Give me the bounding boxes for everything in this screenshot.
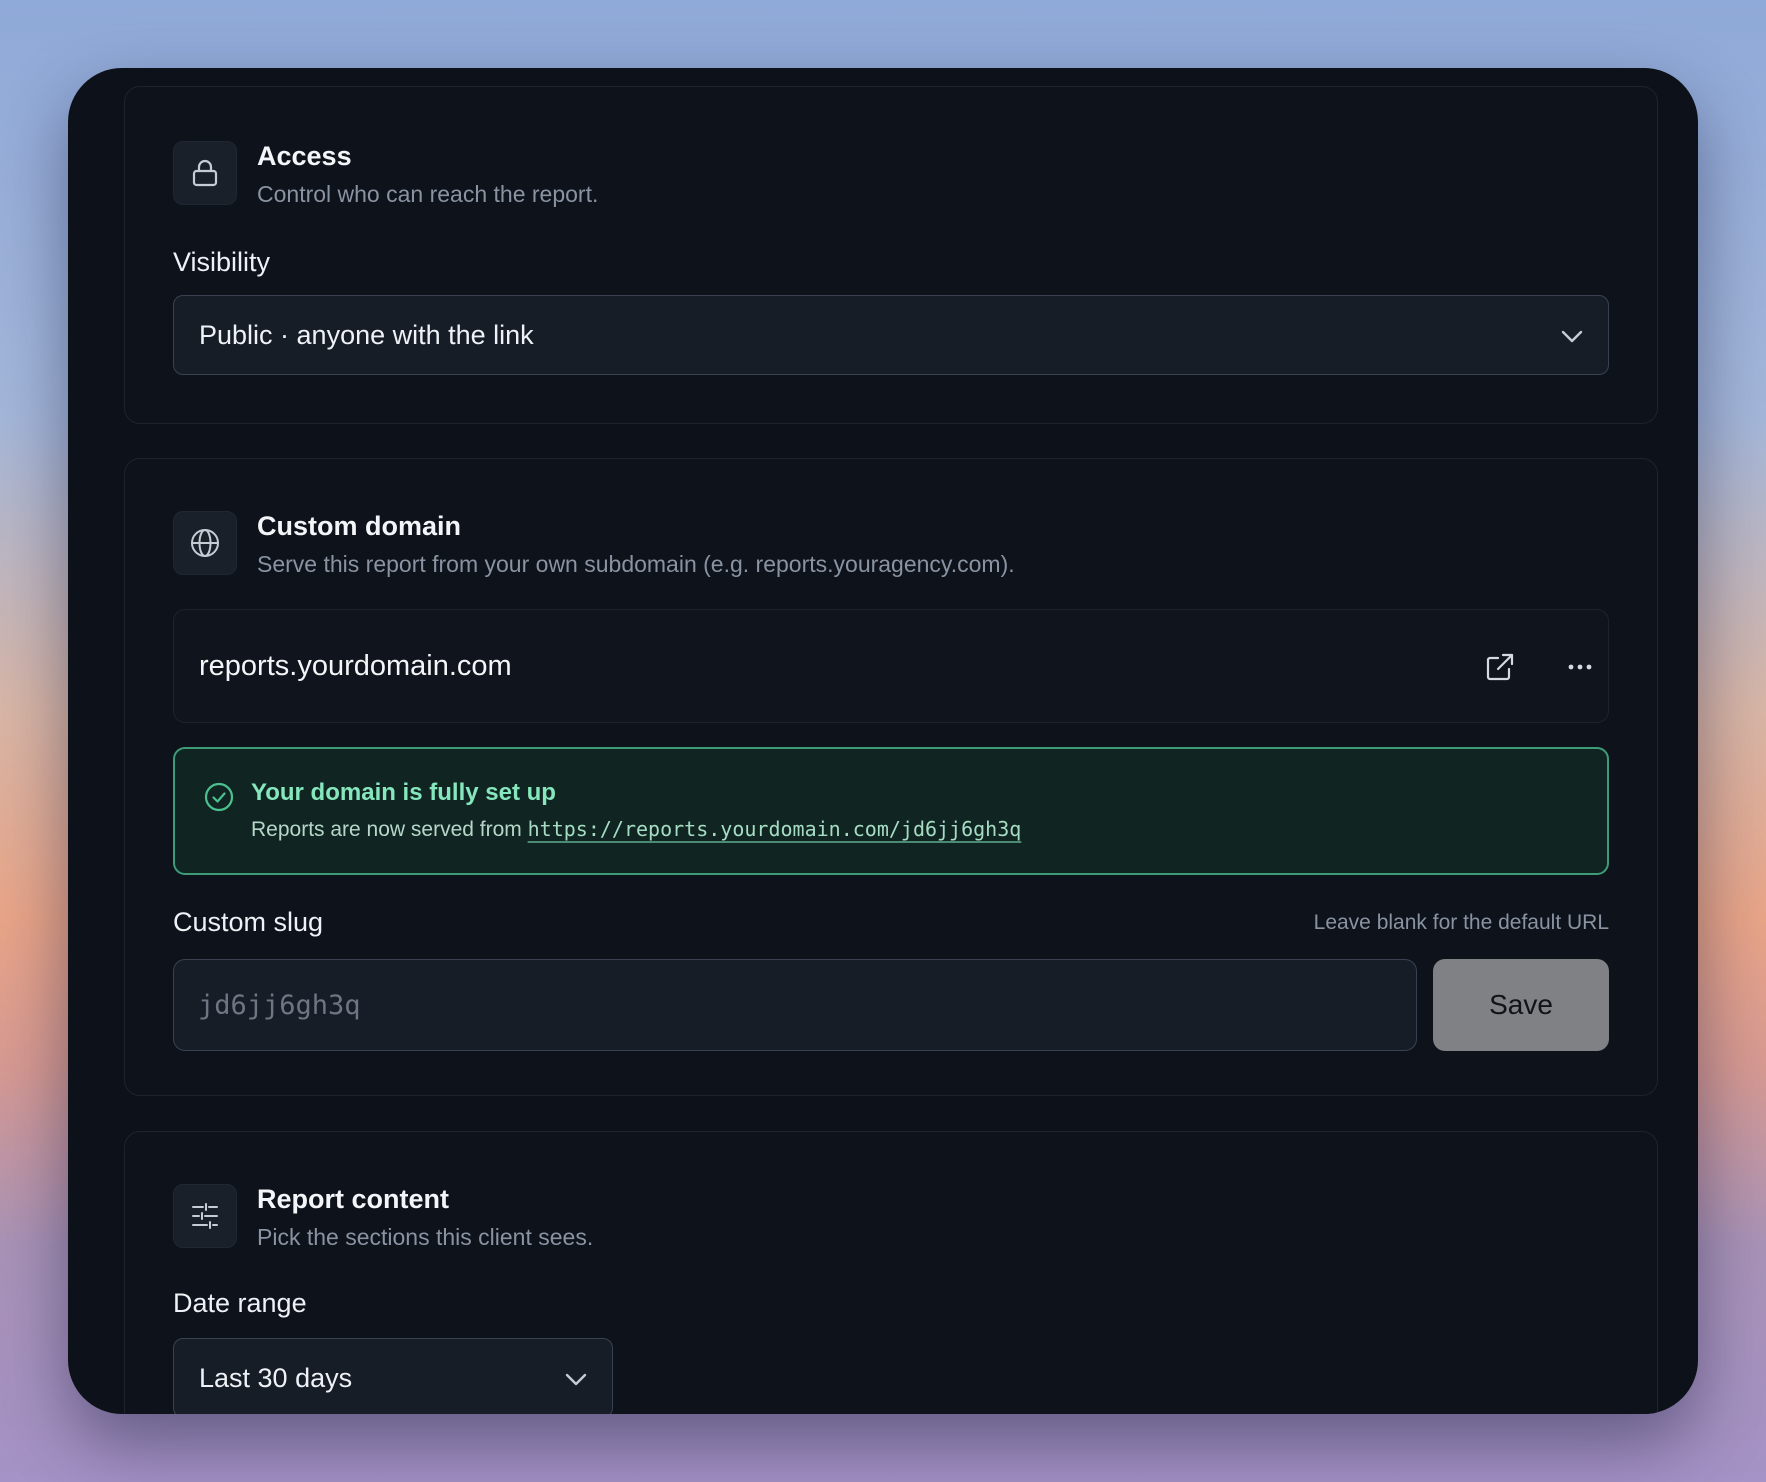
sliders-icon [173, 1184, 237, 1248]
domain-success-banner: Your domain is fully set up Reports are … [173, 747, 1609, 875]
success-title: Your domain is fully set up [251, 779, 556, 806]
date-range-label: Date range [173, 1288, 307, 1318]
chevron-down-icon [565, 1373, 587, 1386]
access-subtitle: Control who can reach the report. [257, 181, 599, 207]
custom-slug-label: Custom slug [173, 907, 324, 937]
visibility-value: Public · anyone with the link [199, 319, 534, 350]
custom-slug-placeholder: jd6jj6gh3q [198, 989, 361, 1021]
settings-window: Access Control who can reach the report.… [68, 68, 1698, 1414]
domain-name: reports.yourdomain.com [199, 650, 512, 682]
custom-domain-title: Custom domain [257, 511, 462, 541]
save-button[interactable]: Save [1433, 959, 1609, 1051]
external-link-icon[interactable] [1478, 645, 1522, 689]
access-card: Access Control who can reach the report.… [124, 86, 1658, 424]
visibility-select[interactable]: Public · anyone with the link [173, 295, 1609, 375]
report-content-title: Report content [257, 1184, 449, 1214]
report-content-card: Report content Pick the sections this cl… [124, 1131, 1658, 1414]
lock-icon [173, 141, 237, 205]
visibility-label: Visibility [173, 247, 271, 277]
report-content-subtitle: Pick the sections this client sees. [257, 1224, 594, 1250]
date-range-value: Last 30 days [199, 1362, 353, 1393]
success-body: Reports are now served from https://repo… [251, 817, 1021, 842]
date-range-select[interactable]: Last 30 days [173, 1338, 613, 1414]
custom-slug-hint: Leave blank for the default URL [1313, 911, 1609, 934]
custom-domain-card: Custom domain Serve this report from you… [124, 458, 1658, 1096]
success-body-text: Reports are now served from [251, 818, 522, 841]
chevron-down-icon [1561, 330, 1583, 343]
check-circle-icon [204, 782, 234, 812]
custom-slug-input[interactable]: jd6jj6gh3q [173, 959, 1417, 1051]
more-options-icon[interactable] [1558, 645, 1602, 689]
served-url-link[interactable]: https://reports.yourdomain.com/jd6jj6gh3… [528, 817, 1022, 841]
custom-domain-subtitle: Serve this report from your own subdomai… [257, 551, 1015, 577]
domain-row: reports.yourdomain.com [173, 609, 1609, 723]
globe-icon [173, 511, 237, 575]
access-title: Access [257, 141, 352, 171]
